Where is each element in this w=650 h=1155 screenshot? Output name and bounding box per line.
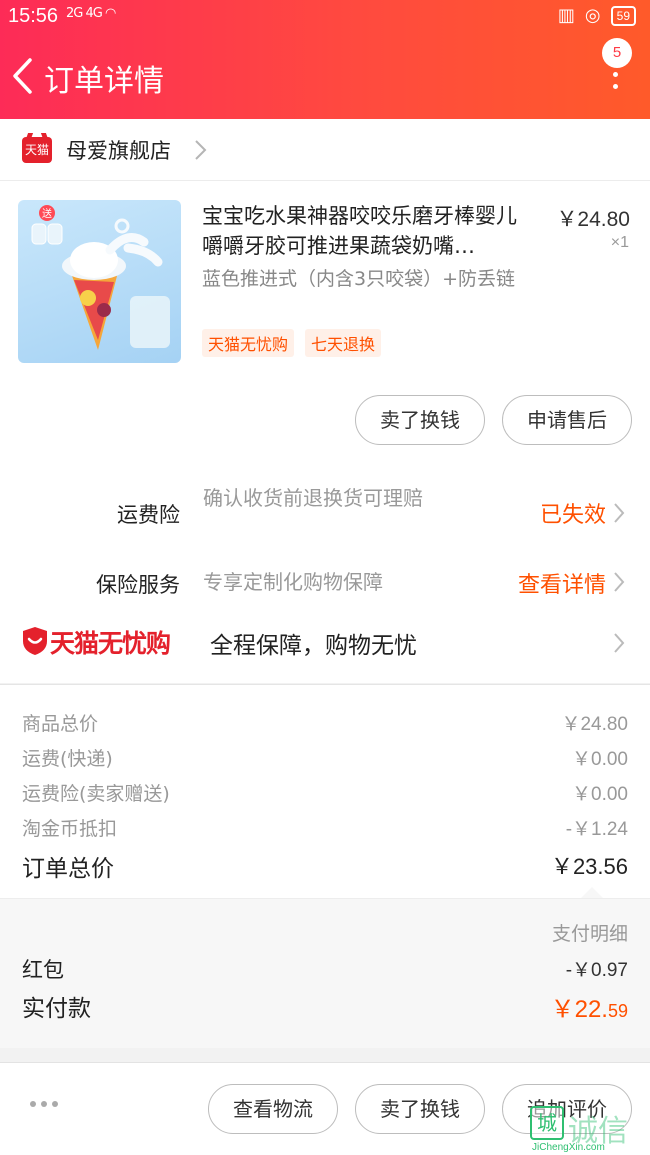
amount-paid-value: ￥22.59: [551, 989, 628, 1024]
product-quantity: ×1: [610, 234, 629, 251]
network-label: 2G 4G: [66, 6, 103, 21]
freight-insurance-label: 运费险: [117, 503, 180, 527]
more-menu-button[interactable]: 5: [600, 38, 632, 98]
insurance-service-link[interactable]: 查看详情: [518, 567, 606, 599]
gift-tag: 送: [42, 207, 52, 220]
amount-paid-label: 实付款: [22, 996, 91, 1022]
product-image[interactable]: 送: [18, 200, 181, 363]
payment-detail-label: 支付明细: [551, 923, 628, 945]
payment-details: 支付明细 红包 -￥0.97 实付款 ￥22.59: [0, 898, 650, 1048]
sell-for-cash-button-bottom[interactable]: 卖了换钱: [355, 1084, 485, 1134]
shop-row[interactable]: 天猫 母爱旗舰店: [0, 119, 650, 181]
tag-wuyou: 天猫无忧购: [202, 329, 295, 357]
after-sale-button[interactable]: 申请售后: [502, 395, 632, 445]
freight-insurance-desc: 确认收货前退换货可理赔: [203, 486, 423, 510]
chevron-right-icon: [195, 140, 207, 160]
lock-rotation-icon: ◎: [584, 5, 601, 26]
insurance-service-desc: 专享定制化购物保障: [203, 570, 383, 594]
tmall-logo-icon: 天猫: [22, 137, 52, 163]
more-options-icon[interactable]: [30, 1101, 58, 1107]
wuyou-logo: 天猫无忧购: [50, 629, 171, 658]
wuyou-slogan: 全程保障，购物无忧: [210, 633, 417, 659]
chevron-right-icon: [614, 572, 625, 592]
amount-paid-cents: 59: [607, 1001, 628, 1021]
coin-discount-label: 淘金币抵扣: [22, 818, 118, 840]
shipping-value: ￥0.00: [572, 749, 628, 770]
tag-seven-day-return: 七天退换: [305, 329, 382, 357]
more-dots-icon: [613, 72, 618, 96]
chevron-right-icon: [614, 503, 625, 523]
coin-discount-value: -￥1.24: [565, 819, 628, 840]
wuyou-guarantee-row[interactable]: 天猫无忧购 全程保障，购物无忧: [0, 614, 650, 674]
wifi-icon: ◠: [104, 6, 116, 21]
freight-insurance-fee-label: 运费险(卖家赠送): [22, 783, 170, 805]
amount-paid-main: ￥22.: [550, 996, 608, 1023]
shipping-label: 运费(快递): [22, 748, 113, 770]
order-card: 天猫 母爱旗舰店 送 宝宝吃水果神器咬咬乐磨牙棒婴儿嚼嚼牙胶可推进果蔬袋奶嘴… …: [0, 119, 650, 683]
signal-icon: 2G 4G ◠: [66, 6, 116, 21]
chevron-right-icon: [614, 633, 625, 653]
status-bar: 15:56 2G 4G ◠ ▥ ◎ 59: [0, 0, 650, 34]
back-arrow-icon[interactable]: [10, 57, 38, 95]
order-total-label: 订单总价: [22, 856, 114, 882]
site-watermark: 城 诚信 JiChengXin.com: [530, 1104, 648, 1154]
page-title: 订单详情: [44, 64, 164, 99]
product-title[interactable]: 宝宝吃水果神器咬咬乐磨牙棒婴儿嚼嚼牙胶可推进果蔬袋奶嘴…: [202, 201, 534, 261]
product-tags: 天猫无忧购 七天退换: [202, 329, 382, 357]
product-sku: 蓝色推进式（内含3只咬袋）+防丢链: [202, 268, 516, 290]
battery-icon: 59: [610, 5, 636, 26]
freight-insurance-status[interactable]: 已失效: [540, 497, 606, 529]
shop-name: 母爱旗舰店: [66, 139, 171, 163]
red-packet-value: -￥0.97: [565, 960, 628, 981]
view-logistics-button[interactable]: 查看物流: [208, 1084, 338, 1134]
goods-total-value: ￥24.80: [561, 714, 628, 735]
sell-for-cash-button[interactable]: 卖了换钱: [355, 395, 485, 445]
product-price: ￥24.80: [556, 208, 630, 231]
shield-icon: [23, 627, 47, 655]
watermark-url: JiChengXin.com: [532, 1142, 605, 1153]
order-total-value: ￥23.56: [550, 854, 628, 879]
price-breakdown: 商品总价 ￥24.80 运费(快递) ￥0.00 运费险(卖家赠送) ￥0.00…: [0, 684, 650, 899]
red-packet-label: 红包: [22, 958, 64, 982]
header-bar: 15:56 2G 4G ◠ ▥ ◎ 59 订单详情 5: [0, 0, 650, 119]
teether-illustration: 送: [31, 205, 170, 350]
watermark-logo: 城: [530, 1106, 564, 1140]
status-icons: ▥ ◎ 59: [558, 5, 636, 26]
message-count-badge: 5: [602, 38, 632, 68]
insurance-service-label: 保险服务: [96, 573, 180, 597]
freight-insurance-fee-value: ￥0.00: [572, 784, 628, 805]
goods-total-label: 商品总价: [22, 713, 99, 735]
vibrate-icon: ▥: [557, 5, 575, 26]
status-time: 15:56: [8, 5, 59, 27]
